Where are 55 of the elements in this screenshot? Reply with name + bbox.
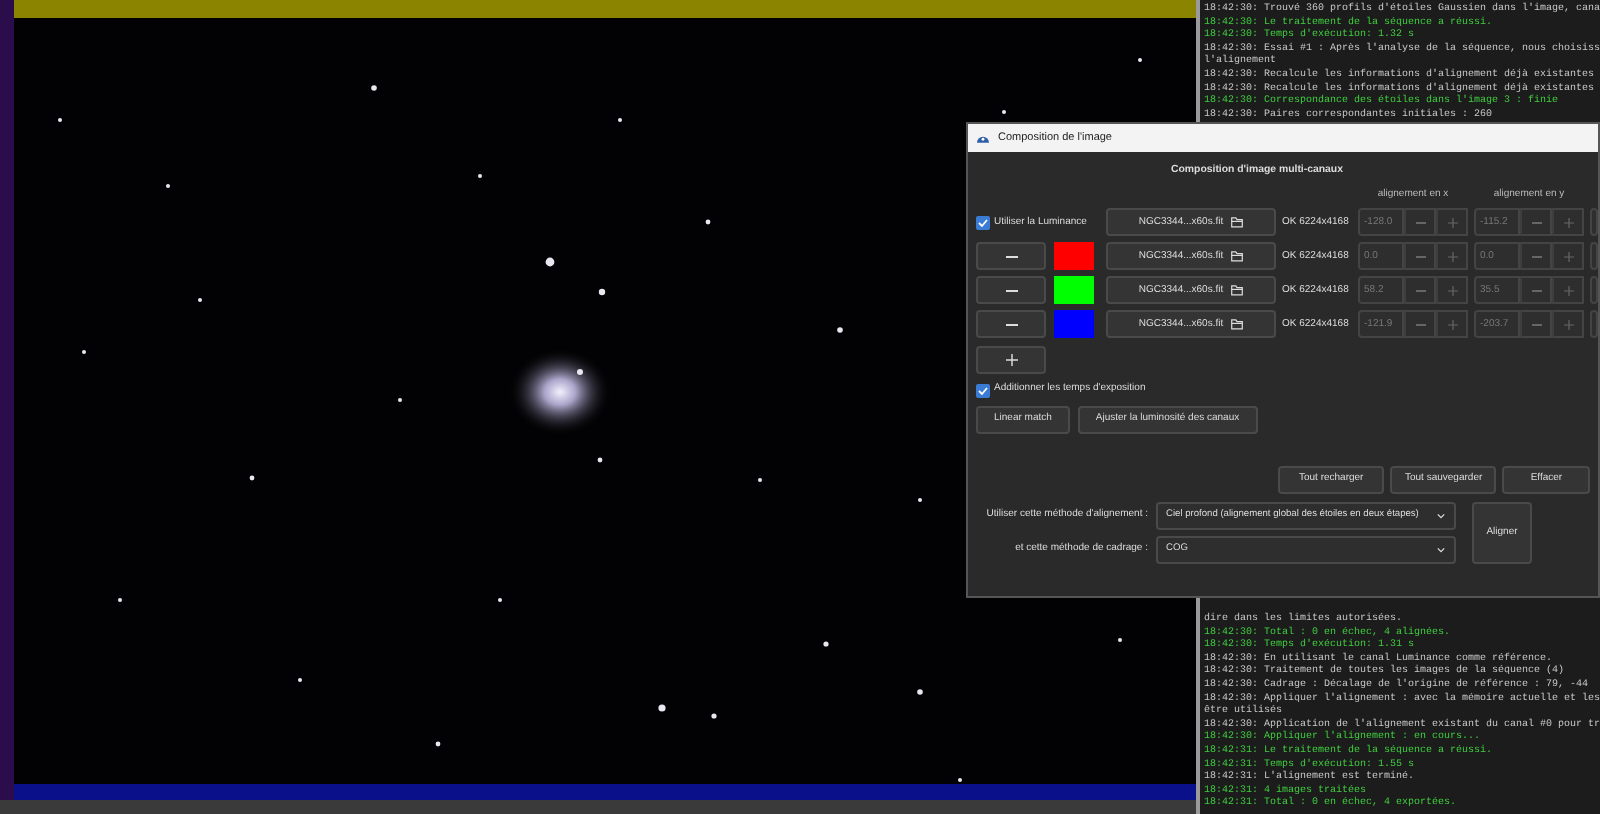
folder-icon — [1229, 284, 1244, 297]
color-swatch[interactable] — [1054, 276, 1094, 305]
decrement-button[interactable] — [1520, 208, 1552, 237]
plus-icon — [1447, 251, 1457, 262]
plus-icon — [1447, 217, 1457, 228]
chevron-down-icon — [1436, 511, 1446, 520]
spin-box[interactable] — [1590, 276, 1598, 305]
plus-icon — [1447, 285, 1457, 296]
color-swatch[interactable] — [1054, 310, 1094, 339]
minus-icon — [1531, 289, 1541, 292]
plus-icon — [1447, 319, 1457, 330]
decrement-button[interactable] — [1520, 310, 1552, 339]
decrement-button[interactable] — [1404, 242, 1436, 271]
decrement-button[interactable] — [1404, 276, 1436, 305]
plus-icon — [1563, 285, 1573, 296]
decrement-button[interactable] — [1520, 276, 1552, 305]
increment-button[interactable] — [1436, 242, 1468, 271]
spin-box[interactable] — [1590, 208, 1598, 237]
add-channel-button[interactable] — [976, 346, 1046, 375]
spin-box[interactable] — [1590, 242, 1598, 271]
folder-icon — [1229, 318, 1244, 331]
plus-icon — [1005, 354, 1017, 367]
plus-icon — [1563, 251, 1573, 262]
checkbox[interactable] — [976, 383, 990, 398]
minus-icon — [1531, 255, 1541, 258]
minus-icon — [1005, 323, 1017, 326]
minus-icon — [1415, 255, 1425, 258]
minus-icon — [1415, 289, 1425, 292]
checkmark-icon — [978, 385, 988, 396]
increment-button[interactable] — [1552, 310, 1584, 339]
minus-icon — [1415, 323, 1425, 326]
folder-icon — [1229, 250, 1244, 263]
minus-icon — [1005, 289, 1017, 292]
chevron-down-icon — [1436, 545, 1446, 554]
folder-icon — [1229, 216, 1244, 229]
checkmark-icon — [978, 217, 988, 228]
plus-icon — [1563, 217, 1573, 228]
increment-button[interactable] — [1436, 208, 1468, 237]
color-swatch[interactable] — [1054, 242, 1094, 271]
minus-icon — [1531, 323, 1541, 326]
increment-button[interactable] — [1552, 276, 1584, 305]
decrement-button[interactable] — [1520, 242, 1552, 271]
decrement-button[interactable] — [1404, 208, 1436, 237]
minus-icon — [1531, 221, 1541, 224]
spin-box[interactable] — [1590, 310, 1598, 339]
plus-icon — [1563, 319, 1573, 330]
increment-button[interactable] — [1436, 310, 1468, 339]
app-logo-icon — [976, 132, 990, 144]
increment-button[interactable] — [1552, 242, 1584, 271]
increment-button[interactable] — [1436, 276, 1468, 305]
decrement-button[interactable] — [1404, 310, 1436, 339]
increment-button[interactable] — [1552, 208, 1584, 237]
minus-icon — [1005, 255, 1017, 258]
checkbox[interactable] — [976, 215, 990, 230]
minus-icon — [1415, 221, 1425, 224]
